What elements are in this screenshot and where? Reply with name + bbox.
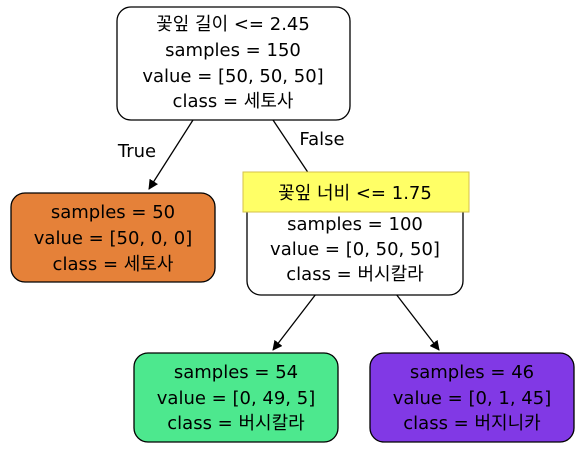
leaf-versicolor-value: value = [0, 49, 5] xyxy=(157,388,315,409)
leaf-setosa-samples: samples = 50 xyxy=(51,202,175,223)
leaf-virginica-class: class = 버지니카 xyxy=(403,413,540,434)
split-samples: samples = 100 xyxy=(287,214,423,235)
root-class: class = 세토사 xyxy=(173,91,294,112)
root-split-condition: 꽃잎 길이 <= 2.45 xyxy=(156,14,310,35)
edge-split-to-versicolor-leaf xyxy=(272,293,317,351)
leaf-node-virginica: samples = 46 value = [0, 1, 45] class = … xyxy=(369,352,575,443)
split-node-petal-width: 꽃잎 너비 <= 1.75 samples = 100 value = [0, … xyxy=(242,171,470,296)
root-value: value = [50, 50, 50] xyxy=(142,66,323,87)
leaf-node-setosa: samples = 50 value = [50, 0, 0] class = … xyxy=(10,192,216,283)
leaf-virginica-samples: samples = 46 xyxy=(410,362,534,383)
edge-label-true: True xyxy=(117,141,156,162)
leaf-versicolor-samples: samples = 54 xyxy=(174,362,298,383)
leaf-virginica-value: value = [0, 1, 45] xyxy=(393,388,551,409)
root-samples: samples = 150 xyxy=(165,40,301,61)
leaf-setosa-class: class = 세토사 xyxy=(53,254,174,275)
leaf-node-versicolor: samples = 54 value = [0, 49, 5] class = … xyxy=(133,352,339,443)
edge-label-false: False xyxy=(299,129,344,150)
edge-split-to-virginica-leaf xyxy=(395,293,440,351)
split-class: class = 버시칼라 xyxy=(286,264,424,285)
split-condition: 꽃잎 너비 <= 1.75 xyxy=(278,183,432,204)
root-node: 꽃잎 길이 <= 2.45 samples = 150 value = [50,… xyxy=(116,6,351,121)
leaf-versicolor-class: class = 버시칼라 xyxy=(167,413,305,434)
leaf-setosa-value: value = [50, 0, 0] xyxy=(34,228,192,249)
split-value: value = [0, 50, 50] xyxy=(270,239,440,260)
decision-tree-diagram: True False 꽃잎 길이 <= 2.45 samples = 150 v… xyxy=(10,6,575,443)
